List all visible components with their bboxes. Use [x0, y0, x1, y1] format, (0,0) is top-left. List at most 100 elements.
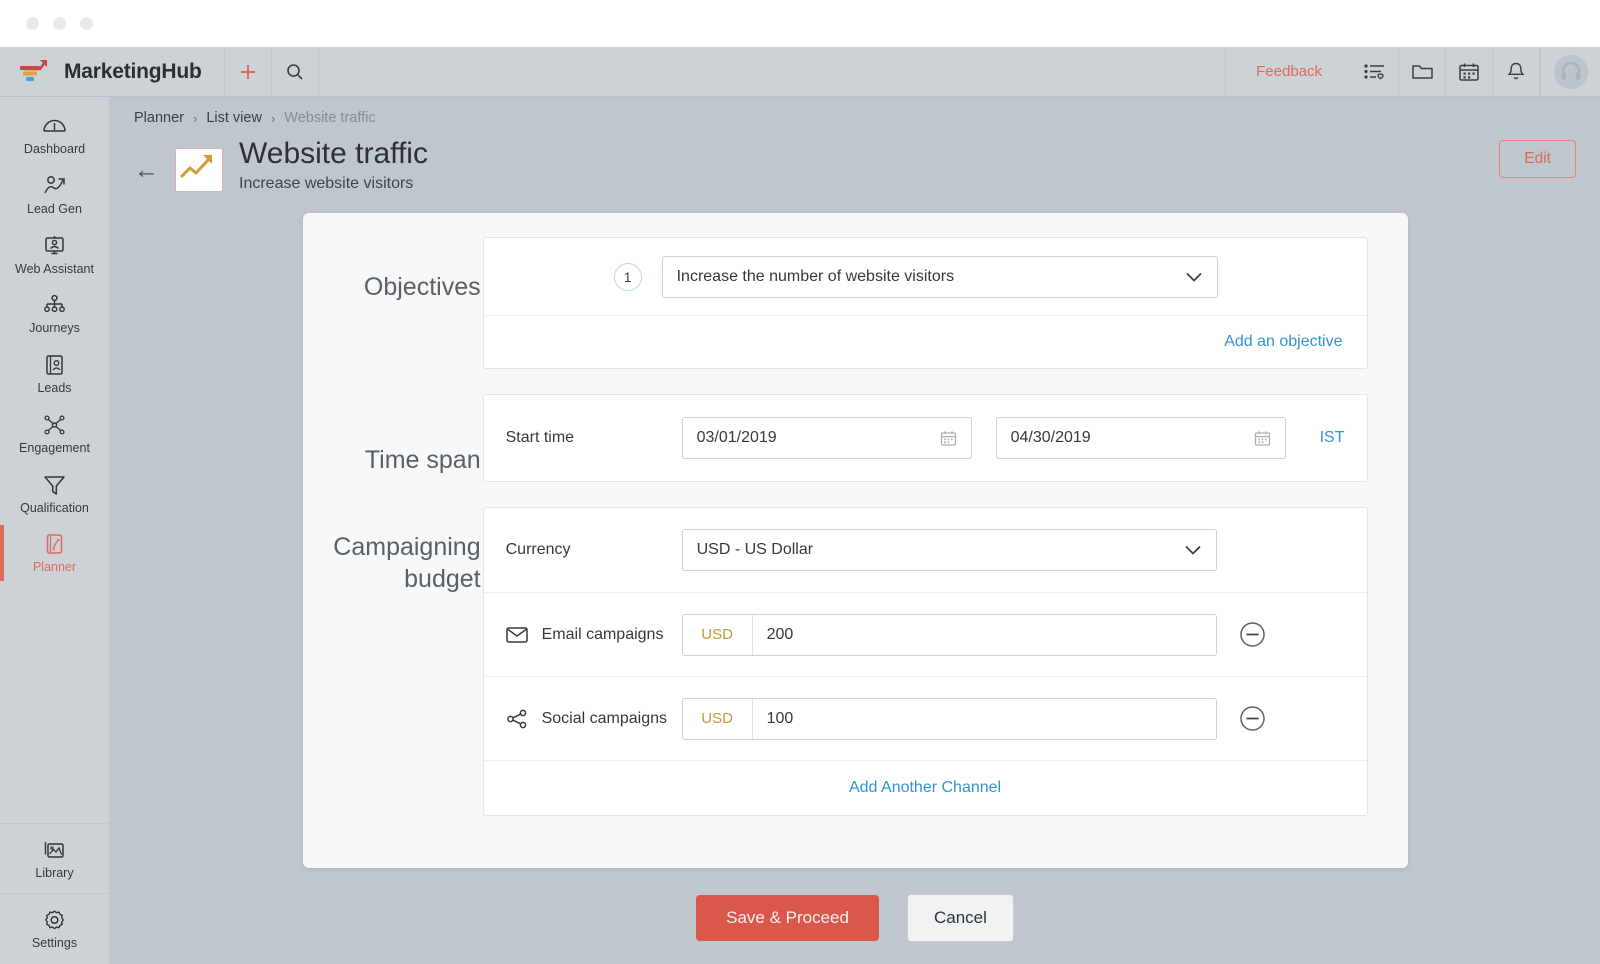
social-channel-label: Social campaigns	[541, 709, 668, 727]
window-titlebar	[0, 0, 1600, 47]
list-heart-icon[interactable]	[1352, 47, 1399, 96]
remove-email-channel-icon[interactable]	[1239, 621, 1266, 648]
budget-panel: Currency USD - US Dollar Email campaigns…	[482, 507, 1368, 816]
sidebar-item-web-assistant[interactable]: Web Assistant	[0, 225, 109, 285]
form-section-labels: Objectives Time span Campaigning budget	[303, 213, 483, 868]
page-header: Planner › List view › Website traffic ← …	[110, 97, 1600, 193]
sidebar-item-settings[interactable]: Settings	[0, 893, 109, 964]
budget-section-label-line1: Campaigning	[333, 533, 481, 561]
sidebar-item-engagement[interactable]: Engagement	[0, 404, 109, 464]
brand-name: MarketingHub	[64, 59, 202, 83]
sidebar-item-qualification[interactable]: Qualification	[0, 464, 109, 524]
library-icon	[41, 838, 68, 862]
sidebar-item-label: Lead Gen	[27, 201, 82, 216]
budget-section-label-line2: budget	[404, 565, 481, 593]
calendar-icon[interactable]	[940, 430, 957, 447]
app-body: Dashboard Lead Gen Web Assistant Journey…	[0, 97, 1600, 964]
chevron-down-icon	[1184, 544, 1202, 556]
web-assistant-icon	[41, 234, 68, 258]
sidebar-item-journeys[interactable]: Journeys	[0, 284, 109, 344]
email-channel-label-group: Email campaigns	[505, 625, 682, 644]
objective-row: 1 Increase the number of website visitor…	[484, 238, 1367, 315]
funnel-icon	[41, 473, 68, 497]
breadcrumb-separator: ›	[192, 110, 198, 126]
channel-row-social: Social campaigns USD 100	[483, 676, 1367, 760]
social-budget-field[interactable]: USD 100	[681, 697, 1217, 740]
window-minimize-dot[interactable]	[53, 17, 66, 30]
header-spacer	[319, 47, 1226, 96]
lead-gen-icon	[41, 174, 68, 198]
email-currency-prefix: USD	[683, 614, 753, 655]
folder-icon[interactable]	[1399, 47, 1446, 96]
edit-button[interactable]: Edit	[1499, 140, 1576, 178]
sidebar-item-label: Dashboard	[23, 142, 86, 156]
brand[interactable]: MarketingHub	[0, 47, 225, 96]
timespan-panel: Start time 03/01/2019 04/30/2019 IST	[482, 394, 1368, 482]
page-title-block: Website traffic Increase website visitor…	[239, 136, 428, 193]
sidebar-item-planner[interactable]: Planner	[0, 523, 109, 583]
start-time-label: Start time	[505, 429, 575, 446]
breadcrumb-list-view[interactable]: List view	[206, 110, 262, 126]
sidebar-item-label: Planner	[32, 560, 77, 575]
social-currency-prefix: USD	[683, 698, 753, 739]
bell-icon[interactable]	[1493, 47, 1540, 96]
engagement-icon	[41, 413, 68, 437]
end-date-value: 04/30/2019	[1010, 429, 1091, 446]
email-budget-value[interactable]: 200	[753, 615, 1216, 655]
email-budget-field[interactable]: USD 200	[681, 613, 1217, 656]
objectives-section-label: Objectives	[363, 273, 481, 301]
start-date-value: 03/01/2019	[696, 429, 777, 446]
sidebar-item-label: Leads	[37, 381, 72, 395]
gear-icon	[41, 908, 68, 932]
add-button[interactable]	[225, 47, 272, 96]
search-icon[interactable]	[272, 47, 319, 96]
calendar-icon[interactable]	[1446, 47, 1493, 96]
end-date-input[interactable]: 04/30/2019	[995, 417, 1286, 459]
form-card: Objectives Time span Campaigning budget …	[302, 213, 1408, 868]
sidebar-item-lead-gen[interactable]: Lead Gen	[0, 165, 109, 225]
page-subtitle: Increase website visitors	[239, 175, 414, 192]
campaign-chart-icon	[175, 148, 223, 192]
page-title: Website traffic	[239, 137, 428, 170]
window-maximize-dot[interactable]	[80, 17, 93, 30]
save-and-proceed-button[interactable]: Save & Proceed	[696, 895, 879, 941]
objectives-panel: 1 Increase the number of website visitor…	[482, 237, 1368, 369]
social-channel-label-group: Social campaigns	[506, 709, 682, 729]
page-title-row: ← Website traffic Increase website visit…	[134, 136, 1576, 193]
add-objective-row: Add an objective	[483, 315, 1367, 368]
objective-select-value: Increase the number of website visitors	[676, 267, 955, 285]
back-arrow-icon[interactable]: ←	[134, 158, 159, 183]
breadcrumb-planner[interactable]: Planner	[134, 110, 184, 126]
sidebar-top-nav: Dashboard Lead Gen Web Assistant Journey…	[0, 97, 109, 583]
start-date-input[interactable]: 03/01/2019	[681, 417, 972, 459]
leads-icon	[41, 353, 68, 377]
timespan-row: Start time 03/01/2019 04/30/2019 IST	[484, 395, 1367, 481]
add-another-channel-link[interactable]: Add Another Channel	[849, 779, 1001, 797]
cancel-button[interactable]: Cancel	[906, 894, 1014, 942]
sidebar-item-label: Web Assistant	[15, 261, 94, 276]
email-channel-label: Email campaigns	[541, 625, 664, 643]
currency-row: Currency USD - US Dollar	[484, 508, 1367, 592]
add-objective-link[interactable]: Add an objective	[1224, 333, 1342, 351]
currency-select[interactable]: USD - US Dollar	[681, 529, 1217, 571]
avatar[interactable]	[1540, 47, 1600, 96]
currency-select-value: USD - US Dollar	[696, 541, 814, 558]
currency-label: Currency	[505, 541, 571, 558]
planner-icon	[41, 532, 68, 556]
sidebar-item-label: Journeys	[29, 321, 80, 336]
sidebar-bottom-nav: Library Settings	[0, 822, 109, 964]
breadcrumb-separator: ›	[270, 110, 276, 126]
timezone-label[interactable]: IST	[1320, 429, 1345, 447]
gauge-icon	[41, 114, 68, 138]
calendar-icon[interactable]	[1254, 430, 1271, 447]
remove-social-channel-icon[interactable]	[1239, 705, 1266, 732]
channel-row-email: Email campaigns USD 200	[483, 592, 1367, 676]
feedback-button[interactable]: Feedback	[1225, 47, 1352, 96]
window-close-dot[interactable]	[26, 17, 39, 30]
social-budget-value[interactable]: 100	[753, 699, 1216, 739]
form-fields: 1 Increase the number of website visitor…	[482, 213, 1408, 868]
sidebar-item-leads[interactable]: Leads	[0, 344, 109, 404]
objective-select[interactable]: Increase the number of website visitors	[661, 255, 1218, 298]
sidebar-item-dashboard[interactable]: Dashboard	[0, 105, 109, 165]
sidebar-item-library[interactable]: Library	[0, 822, 109, 894]
